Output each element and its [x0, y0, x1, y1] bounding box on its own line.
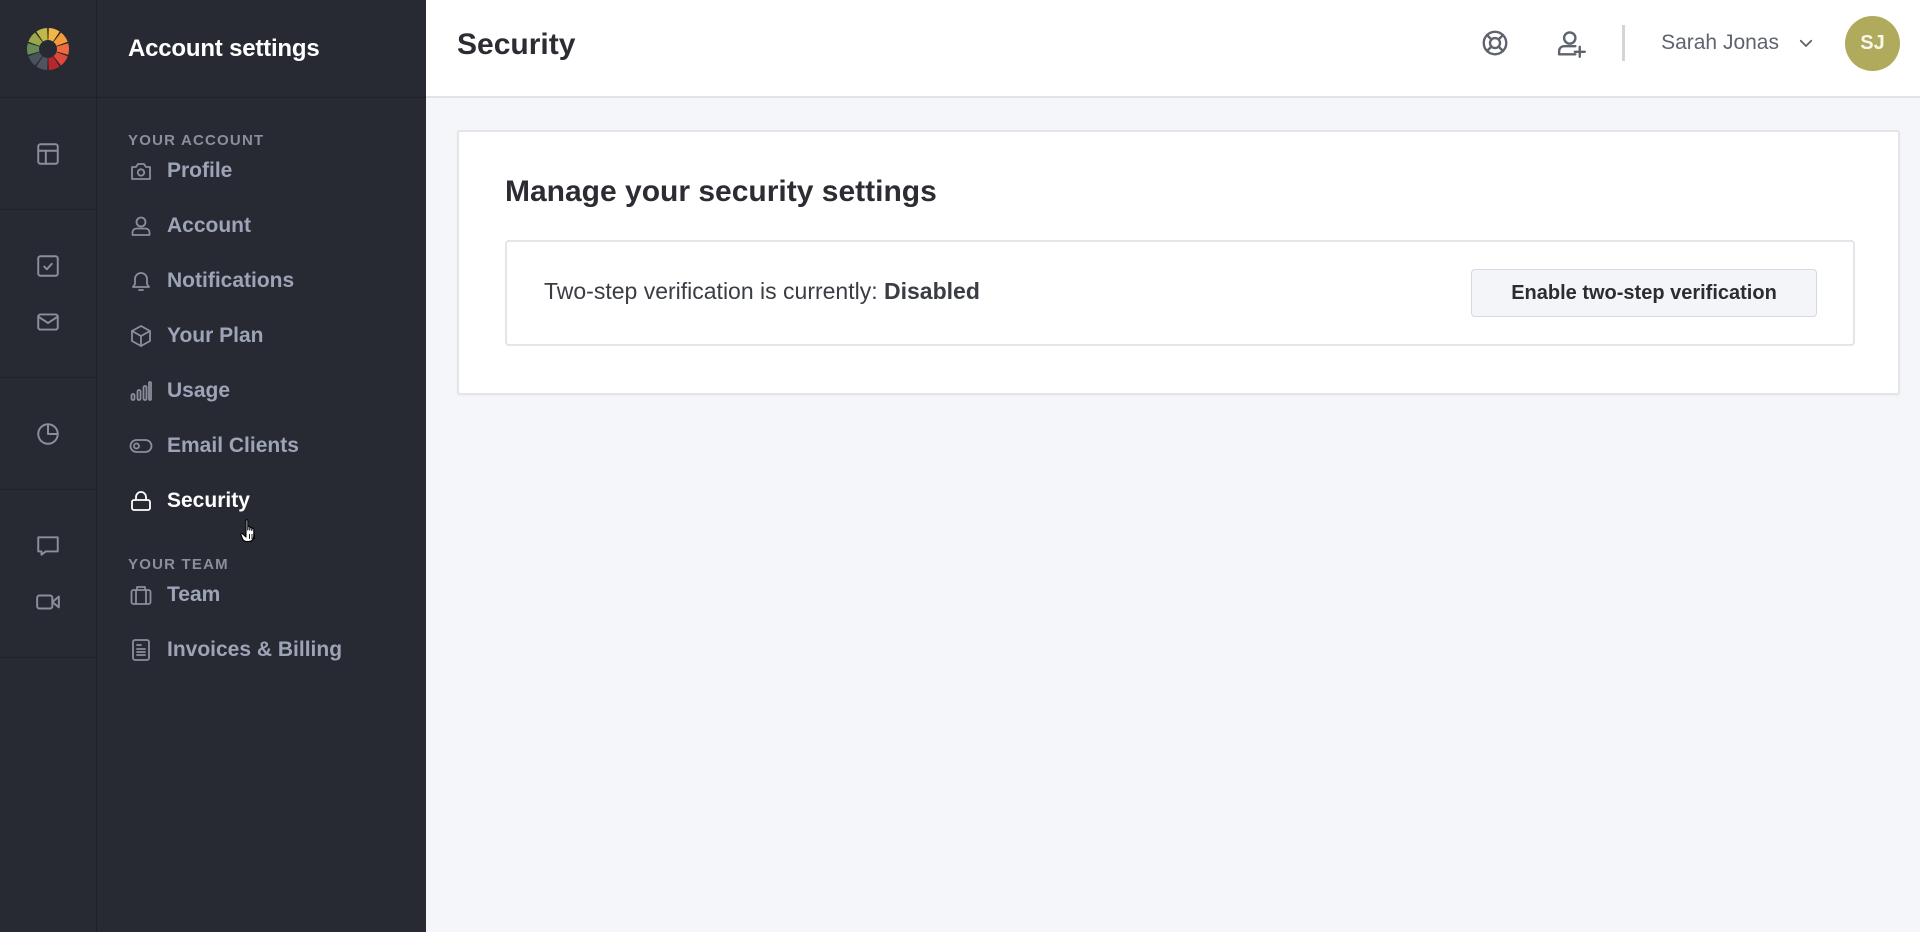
avatar[interactable]: SJ: [1845, 15, 1900, 71]
rail-group-2: [0, 210, 96, 378]
sidebar-item-label: Notifications: [167, 268, 295, 292]
user-menu-dropdown[interactable]: Sarah Jonas: [1661, 31, 1817, 55]
card-title: Manage your security settings: [505, 175, 937, 208]
status-badge: Disabled: [884, 278, 980, 304]
sidebar-item-invoices-billing[interactable]: Invoices & Billing: [97, 622, 426, 677]
logo-area: [0, 0, 96, 98]
rail-group-1: [0, 98, 96, 210]
document-icon: [128, 637, 154, 663]
rail-group-4: [0, 490, 96, 658]
sidebar-item-label: Email Clients: [167, 433, 299, 457]
page-title: Security: [457, 28, 576, 61]
bar-chart-icon: [128, 378, 154, 404]
layout-icon[interactable]: [34, 140, 62, 168]
two-step-status-text: Two-step verification is currently: Disa…: [544, 278, 980, 305]
box-icon: [128, 323, 154, 349]
header-actions: Sarah Jonas SJ: [1478, 14, 1900, 72]
mouse-cursor-hand-icon: [240, 519, 255, 543]
lock-icon: [128, 488, 154, 514]
user-name: Sarah Jonas: [1661, 31, 1779, 54]
sidebar-item-label: Profile: [167, 158, 233, 182]
bell-icon: [128, 268, 154, 294]
mail-icon[interactable]: [34, 308, 62, 336]
sidebar-item-label: Invoices & Billing: [167, 637, 343, 661]
sidebar-item-profile[interactable]: Profile: [97, 143, 426, 198]
sidebar-item-label: Security: [167, 488, 250, 512]
security-settings-card: Manage your security settings Two-step v…: [457, 130, 1900, 395]
sidebar-item-label: Team: [167, 582, 221, 606]
invite-user-button[interactable]: [1554, 26, 1588, 60]
sidebar-item-account[interactable]: Account: [97, 198, 426, 253]
sidebar-item-label: Your Plan: [167, 323, 264, 347]
clock-pie-icon[interactable]: [34, 420, 62, 448]
chevron-down-icon: [1797, 33, 1817, 53]
video-camera-icon[interactable]: [34, 588, 62, 616]
top-header: Security Sarah Jonas SJ: [426, 0, 1920, 98]
sidebar-item-notifications[interactable]: Notifications: [97, 253, 426, 308]
status-prefix: Two-step verification is currently:: [544, 278, 885, 304]
color-wheel-logo-icon[interactable]: [25, 26, 71, 72]
two-step-verification-panel: Two-step verification is currently: Disa…: [505, 240, 1855, 346]
sidebar-item-your-plan[interactable]: Your Plan: [97, 308, 426, 363]
chat-bubble-icon[interactable]: [34, 532, 62, 560]
camera-icon: [128, 158, 154, 184]
enable-two-step-verification-button[interactable]: Enable two-step verification: [1471, 269, 1817, 317]
add-user-icon: [1558, 31, 1587, 58]
sidebar-item-email-clients[interactable]: Email Clients: [97, 418, 426, 473]
app-icon-rail: [0, 0, 97, 932]
sidebar-item-team[interactable]: Team: [97, 567, 426, 622]
task-check-icon[interactable]: [34, 252, 62, 280]
lifebuoy-icon: [1482, 30, 1508, 56]
rail-group-3: [0, 378, 96, 490]
help-button[interactable]: [1478, 26, 1512, 60]
sidebar-item-usage[interactable]: Usage: [97, 363, 426, 418]
toggle-icon: [128, 433, 154, 459]
sidebar-header: Account settings: [97, 0, 426, 98]
sidebar-item-label: Usage: [167, 378, 231, 402]
user-icon: [128, 213, 154, 239]
sidebar-item-label: Account: [167, 213, 251, 237]
briefcase-icon: [128, 582, 154, 608]
sidebar-title: Account settings: [128, 34, 320, 62]
settings-sidebar: Account settings YOUR ACCOUNT Profile Ac…: [97, 0, 426, 932]
header-divider: [1622, 25, 1626, 61]
